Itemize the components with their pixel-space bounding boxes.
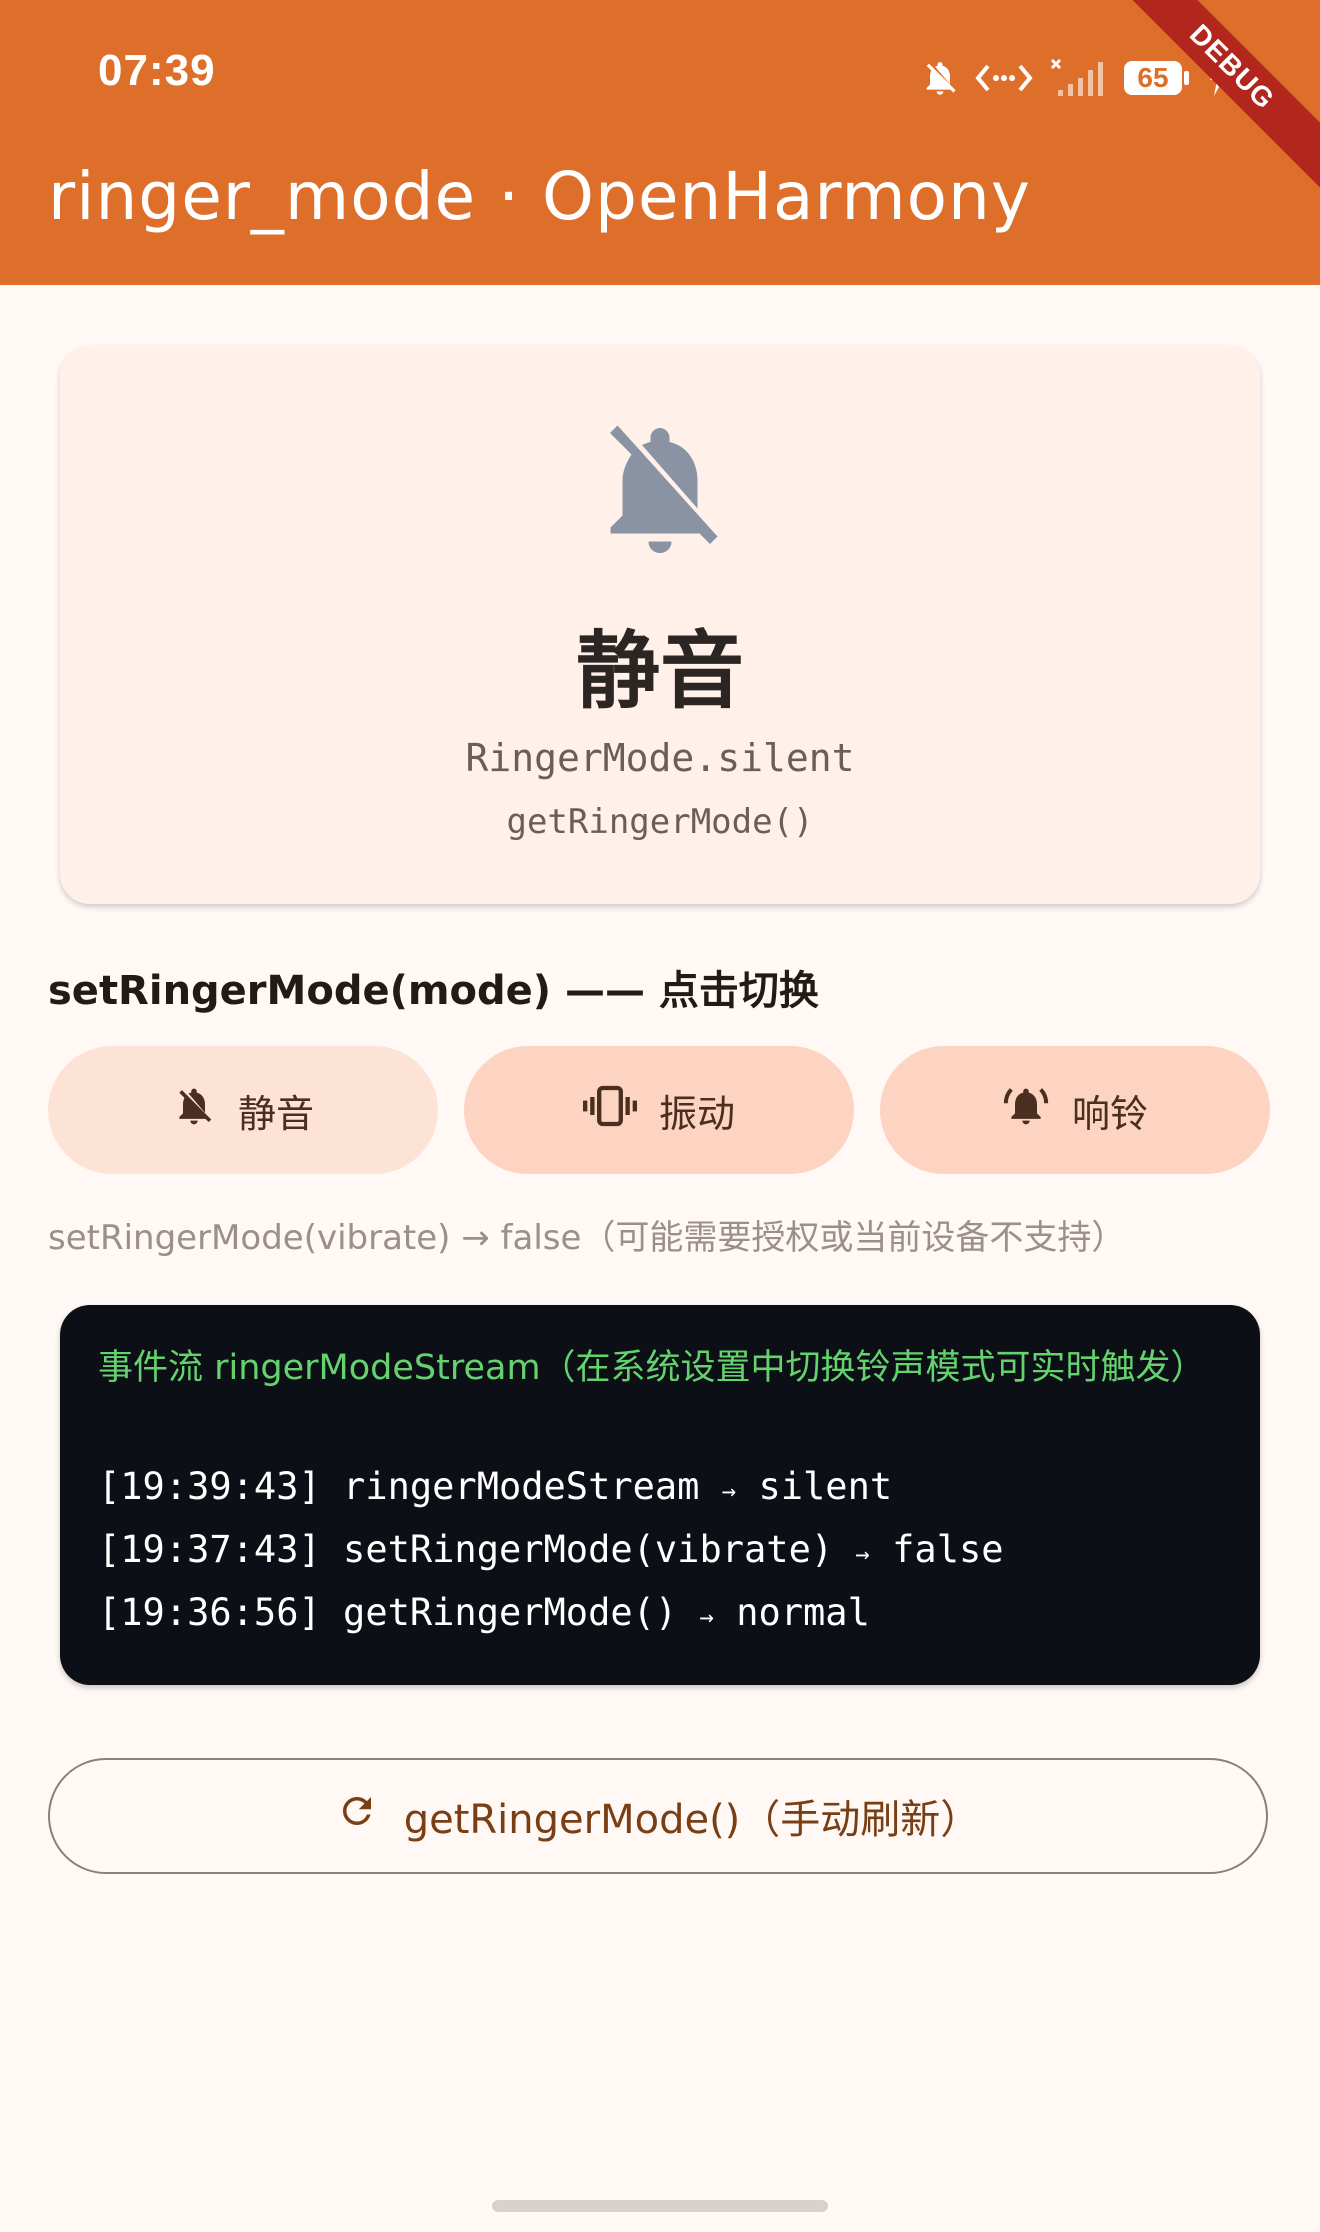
- current-mode-enum: RingerMode.silent: [465, 736, 855, 780]
- status-icons: 65: [920, 50, 1230, 106]
- current-mode-api: getRingerMode(): [506, 802, 814, 842]
- vibrate-mode-button[interactable]: 振动: [464, 1046, 854, 1174]
- data-transfer-icon: [974, 58, 1034, 98]
- bell-off-icon: [172, 1084, 216, 1137]
- app-bar: 07:39 65 ringer_mode · OpenHarmony: [0, 0, 1320, 285]
- log-entry: [19:39:43] ringerModeStream → silent: [98, 1465, 893, 1508]
- bell-off-icon: [920, 58, 960, 98]
- bell-off-icon: [600, 408, 720, 562]
- ring-mode-label: 响铃: [1071, 1091, 1148, 1136]
- app-title: ringer_mode · OpenHarmony: [48, 158, 1031, 235]
- event-log-panel: 事件流 ringerModeStream（在系统设置中切换铃声模式可实时触发） …: [60, 1305, 1260, 1685]
- refresh-button[interactable]: getRingerMode()（手动刷新）: [48, 1758, 1268, 1874]
- status-time: 07:39: [98, 46, 216, 95]
- set-mode-result: setRingerMode(vibrate) → false（可能需要授权或当前…: [48, 1218, 1126, 1258]
- current-mode-card: 静音 RingerMode.silent getRingerMode(): [60, 346, 1260, 904]
- signal-icon: [1048, 56, 1108, 100]
- set-mode-title: setRingerMode(mode) —— 点击切换: [48, 968, 819, 1014]
- silent-mode-button[interactable]: 静音: [48, 1046, 438, 1174]
- ringing-bell-icon: [1002, 1084, 1050, 1137]
- refresh-icon: [336, 1790, 378, 1842]
- ring-mode-button[interactable]: 响铃: [880, 1046, 1270, 1174]
- log-entry: [19:37:43] setRingerMode(vibrate) → fals…: [98, 1528, 1004, 1571]
- battery-icon: 65: [1122, 58, 1192, 98]
- home-indicator[interactable]: [492, 2200, 828, 2212]
- refresh-label: getRingerMode()（手动刷新）: [403, 1797, 981, 1843]
- current-mode-name: 静音: [575, 622, 744, 720]
- battery-level: 65: [1137, 62, 1169, 93]
- log-entry: [19:36:56] getRingerMode() → normal: [98, 1591, 870, 1634]
- silent-mode-label: 静音: [237, 1091, 314, 1136]
- event-log-header: 事件流 ringerModeStream（在系统设置中切换铃声模式可实时触发）: [98, 1348, 1206, 1388]
- vibrate-mode-label: 振动: [658, 1091, 735, 1136]
- vibrate-icon: [582, 1084, 637, 1137]
